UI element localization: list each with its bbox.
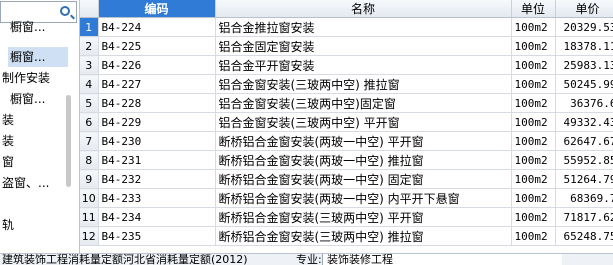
cell-code[interactable]: B4-229 xyxy=(98,112,216,132)
table-row[interactable]: 2 B4-225 铝合金固定窗安装 100m2 18378.11 xyxy=(80,36,613,56)
table-row[interactable]: 10 B4-233 断桥铝合金窗安装(两玻一中空) 内平开下悬窗 100m2 68369… xyxy=(80,188,613,208)
cell-name[interactable]: 断桥铝合金窗安装(两玻一中空) 平开窗 xyxy=(215,131,512,151)
cell-code[interactable]: B4-228 xyxy=(98,93,216,113)
cell-price[interactable]: 49332.43 xyxy=(555,112,613,132)
cell-name[interactable]: 断桥铝合金窗安装(两玻一中空) 推拉窗 xyxy=(215,150,512,170)
cell-unit[interactable]: 100m2 xyxy=(511,55,556,75)
cell-name[interactable]: 铝合金平开窗安装 xyxy=(215,55,512,75)
quota-library-name: 建筑装饰工程消耗量定额河北省消耗量定额(2012) xyxy=(2,253,248,265)
cell-unit[interactable]: 100m2 xyxy=(511,112,556,132)
table-row[interactable]: 3 B4-226 铝合金平开窗安装 100m2 25983.13 xyxy=(80,55,613,75)
tree-item[interactable]: 轨 xyxy=(0,215,66,235)
cell-unit[interactable]: 100m2 xyxy=(511,93,556,113)
cell-code[interactable]: B4-225 xyxy=(98,36,216,56)
cell-price[interactable]: 68369.7 xyxy=(555,188,613,208)
cell-code[interactable]: B4-233 xyxy=(98,188,216,208)
tree-item[interactable]: 窗 xyxy=(0,152,66,172)
table-row[interactable]: 7 B4-230 断桥铝合金窗安装(两玻一中空) 平开窗 100m2 62647.67 xyxy=(80,131,613,151)
tree-item[interactable]: 装 xyxy=(0,110,66,130)
column-header-name[interactable]: 名称 xyxy=(215,0,512,18)
column-header-price[interactable]: 单价 xyxy=(555,0,613,18)
tree-item[interactable]: 装 xyxy=(0,131,66,151)
row-number[interactable]: 10 xyxy=(80,188,99,208)
cell-code[interactable]: B4-224 xyxy=(98,17,216,37)
cell-price[interactable]: 55952.85 xyxy=(555,150,613,170)
row-number[interactable]: 8 xyxy=(80,150,99,170)
tree-item[interactable]: 盗窗、... xyxy=(0,173,66,193)
cell-code[interactable]: B4-235 xyxy=(98,226,216,246)
row-number[interactable]: 12 xyxy=(80,226,99,246)
quota-grid: 编码 名称 单位 单价 1 B4-224 铝合金推拉窗安装 100m2 20329.53… xyxy=(80,0,613,253)
cell-price[interactable]: 65248.75 xyxy=(555,226,613,246)
cell-code[interactable]: B4-226 xyxy=(98,55,216,75)
cell-code[interactable]: B4-232 xyxy=(98,169,216,189)
column-header-rownum[interactable] xyxy=(80,0,99,18)
status-bar: 建筑装饰工程消耗量定额河北省消耗量定额(2012) 专业: 装饰装修工程 xyxy=(0,253,613,265)
cell-price[interactable]: 62647.67 xyxy=(555,131,613,151)
cell-unit[interactable]: 100m2 xyxy=(511,74,556,94)
cell-code[interactable]: B4-230 xyxy=(98,131,216,151)
column-header-unit[interactable]: 单位 xyxy=(511,0,556,18)
cell-price[interactable]: 20329.53 xyxy=(555,17,613,37)
cell-price[interactable]: 18378.11 xyxy=(555,36,613,56)
cell-name[interactable]: 断桥铝合金窗安装(两玻一中空) 固定窗 xyxy=(215,169,512,189)
table-header-row: 编码 名称 单位 单价 xyxy=(80,0,613,18)
column-header-code[interactable]: 编码 xyxy=(98,0,216,18)
cell-unit[interactable]: 100m2 xyxy=(511,150,556,170)
category-tree-panel: 橱窗... 橱窗... 制作安装 橱窗... 装装窗盗窗、... 轨 xyxy=(0,0,80,253)
cell-unit[interactable]: 100m2 xyxy=(511,207,556,227)
cell-unit[interactable]: 100m2 xyxy=(511,17,556,37)
tree-item[interactable]: 橱窗... xyxy=(8,17,74,37)
cell-code[interactable]: B4-234 xyxy=(98,207,216,227)
cell-unit[interactable]: 100m2 xyxy=(511,226,556,246)
cell-name[interactable]: 铝合金固定窗安装 xyxy=(215,36,512,56)
row-number[interactable]: 7 xyxy=(80,131,99,151)
cell-price[interactable]: 36376.6 xyxy=(555,93,613,113)
cell-unit[interactable]: 100m2 xyxy=(511,188,556,208)
cell-name[interactable]: 铝合金窗安装(三玻两中空) 推拉窗 xyxy=(215,74,512,94)
cell-price[interactable]: 51264.79 xyxy=(555,169,613,189)
row-number[interactable]: 1 xyxy=(80,17,99,37)
table-row[interactable]: 8 B4-231 断桥铝合金窗安装(两玻一中空) 推拉窗 100m2 55952.85 xyxy=(80,150,613,170)
specialty-select[interactable]: 装饰装修工程 xyxy=(322,254,562,265)
cell-name[interactable]: 断桥铝合金窗安装(三玻两中空) 推拉窗 xyxy=(215,226,512,246)
table-row[interactable]: 5 B4-228 铝合金窗安装(三玻两中空)固定窗 100m2 36376.6 xyxy=(80,93,613,113)
cell-unit[interactable]: 100m2 xyxy=(511,169,556,189)
cell-name[interactable]: 铝合金推拉窗安装 xyxy=(215,17,512,37)
row-number[interactable]: 4 xyxy=(80,74,99,94)
row-number[interactable]: 6 xyxy=(80,112,99,132)
table-row[interactable]: 11 B4-234 断桥铝合金窗安装(三玻两中空) 平开窗 100m2 71817.62 xyxy=(80,207,613,227)
table-row[interactable]: 1 B4-224 铝合金推拉窗安装 100m2 20329.53 xyxy=(80,17,613,37)
tree-item[interactable]: 制作安装 xyxy=(0,68,66,88)
row-number[interactable]: 11 xyxy=(80,207,99,227)
table-row[interactable]: 6 B4-229 铝合金窗安装(三玻两中空) 平开窗 100m2 49332.43 xyxy=(80,112,613,132)
row-number[interactable]: 5 xyxy=(80,93,99,113)
row-number[interactable]: 9 xyxy=(80,169,99,189)
quota-table: 编码 名称 单位 单价 1 B4-224 铝合金推拉窗安装 100m2 20329.53… xyxy=(80,0,613,246)
cell-code[interactable]: B4-227 xyxy=(98,74,216,94)
cell-price[interactable]: 50245.99 xyxy=(555,74,613,94)
cell-name[interactable]: 铝合金窗安装(三玻两中空) 平开窗 xyxy=(215,112,512,132)
table-row[interactable]: 12 B4-235 断桥铝合金窗安装(三玻两中空) 推拉窗 100m2 65248.75 xyxy=(80,226,613,246)
cell-name[interactable]: 断桥铝合金窗安装(三玻两中空) 平开窗 xyxy=(215,207,512,227)
cell-name[interactable]: 铝合金窗安装(三玻两中空)固定窗 xyxy=(215,93,512,113)
cell-unit[interactable]: 100m2 xyxy=(511,131,556,151)
cell-unit[interactable]: 100m2 xyxy=(511,36,556,56)
specialty-value: 装饰装修工程 xyxy=(327,253,393,265)
table-row[interactable]: 4 B4-227 铝合金窗安装(三玻两中空) 推拉窗 100m2 50245.99 xyxy=(80,74,613,94)
cell-name[interactable]: 断桥铝合金窗安装(两玻一中空) 内平开下悬窗 xyxy=(215,188,512,208)
tree-scrollbar[interactable] xyxy=(66,95,71,187)
tree-item[interactable]: 橱窗... xyxy=(8,89,74,109)
table-row[interactable]: 9 B4-232 断桥铝合金窗安装(两玻一中空) 固定窗 100m2 51264.79 xyxy=(80,169,613,189)
cell-code[interactable]: B4-231 xyxy=(98,150,216,170)
row-number[interactable]: 3 xyxy=(80,55,99,75)
cell-price[interactable]: 25983.13 xyxy=(555,55,613,75)
row-number[interactable]: 2 xyxy=(80,36,99,56)
specialty-label: 专业: xyxy=(296,253,322,265)
tree-item[interactable]: 橱窗... xyxy=(8,47,68,67)
cell-price[interactable]: 71817.62 xyxy=(555,207,613,227)
search-icon[interactable] xyxy=(60,6,70,16)
